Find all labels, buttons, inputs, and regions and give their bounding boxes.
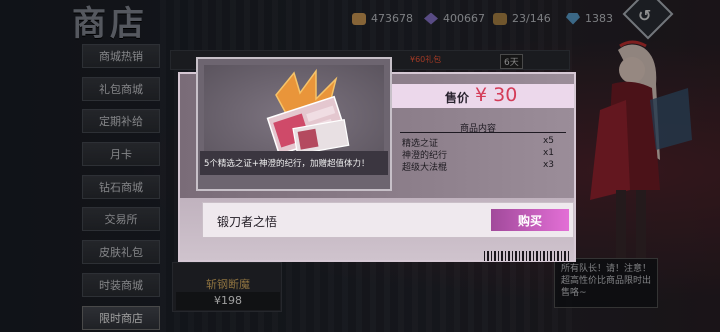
product-name-bar: 锻刀者之悟 购买 <box>202 202 574 238</box>
list-item: 超级大法棍 x3 <box>402 160 554 173</box>
price-value: ¥ 30 <box>475 84 518 106</box>
product-name: 锻刀者之悟 <box>217 215 278 229</box>
product-caption: 5个精选之证+神澄的纪行，加赠超值体力！ <box>200 151 388 175</box>
item-qty: x3 <box>542 160 554 170</box>
purchase-dialog: 售价 ¥ 30 商品内容 精选之证 x5 神澄的纪行 x1 超级大法棍 x3 5… <box>178 57 576 262</box>
price-label: 售价 <box>445 91 470 105</box>
item-name: 超级大法棍 <box>402 163 448 173</box>
buy-button[interactable]: 购买 <box>491 209 569 231</box>
product-image-frame: 5个精选之证+神澄的纪行，加赠超值体力！ <box>196 57 392 191</box>
divider <box>400 132 566 133</box>
barcode-decoration <box>484 251 570 261</box>
